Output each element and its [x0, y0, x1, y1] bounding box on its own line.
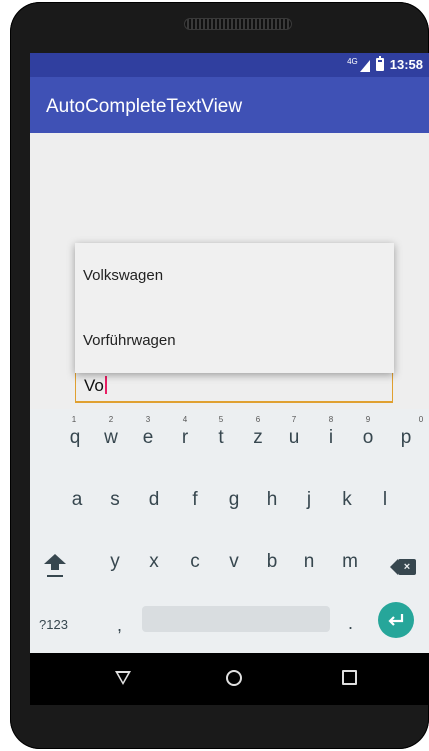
nav-home-icon[interactable]: [226, 670, 242, 686]
suggestion-item-volkswagen[interactable]: Volkswagen: [83, 267, 163, 284]
phone-frame: 4G 13:58 AutoCompleteTextView Vo Volkswa…: [10, 2, 429, 749]
status-time: 13:58: [389, 57, 423, 72]
key-y[interactable]: y: [100, 551, 130, 573]
nav-back-icon[interactable]: [115, 671, 131, 685]
hint-6: 6: [255, 415, 261, 424]
signal-icon: 4G: [347, 56, 370, 72]
key-r[interactable]: r: [170, 427, 200, 449]
key-c[interactable]: c: [180, 551, 210, 573]
key-u[interactable]: u: [279, 427, 309, 449]
status-bar: 4G 13:58: [30, 53, 429, 77]
key-t[interactable]: t: [206, 427, 236, 449]
hint-4: 4: [182, 415, 188, 424]
status-icons: 4G 13:58: [347, 56, 423, 72]
key-h[interactable]: h: [257, 489, 287, 511]
key-b[interactable]: b: [257, 551, 287, 573]
input-value-wrap: Vo: [84, 376, 107, 396]
hint-7: 7: [291, 415, 297, 424]
key-d[interactable]: d: [139, 489, 169, 511]
suggestion-dropdown: Volkswagen Vorführwagen: [75, 243, 394, 373]
enter-icon[interactable]: [378, 602, 414, 638]
app-title: AutoCompleteTextView: [46, 96, 243, 117]
hint-2: 2: [108, 415, 114, 424]
key-o[interactable]: o: [353, 427, 383, 449]
key-g[interactable]: g: [219, 489, 249, 511]
hint-3: 3: [145, 415, 151, 424]
suggestion-item-vorfuehrwagen[interactable]: Vorführwagen: [83, 332, 176, 349]
hint-8: 8: [328, 415, 334, 424]
key-p[interactable]: p: [391, 427, 421, 449]
hint-1: 1: [71, 415, 77, 424]
space-bar[interactable]: [142, 606, 330, 632]
text-cursor: [104, 376, 107, 394]
key-j[interactable]: j: [294, 489, 324, 511]
key-v[interactable]: v: [219, 551, 249, 573]
key-n[interactable]: n: [294, 551, 324, 573]
shift-icon[interactable]: [44, 554, 66, 582]
screen: 4G 13:58 AutoCompleteTextView Vo Volkswa…: [30, 53, 429, 705]
hint-5: 5: [218, 415, 224, 424]
battery-icon: [375, 56, 384, 71]
input-value: Vo: [84, 376, 104, 395]
key-m[interactable]: m: [335, 551, 365, 573]
key-x[interactable]: x: [139, 551, 169, 573]
key-a[interactable]: a: [62, 489, 92, 511]
nav-recents-icon[interactable]: [342, 670, 357, 685]
period-key[interactable]: .: [348, 613, 353, 634]
speaker-grille: [184, 18, 292, 30]
key-s[interactable]: s: [100, 489, 130, 511]
comma-key[interactable]: ,: [117, 615, 122, 636]
autocomplete-input[interactable]: Vo: [75, 371, 393, 403]
navigation-bar: [30, 653, 429, 705]
key-f[interactable]: f: [180, 489, 210, 511]
hint-9: 9: [365, 415, 371, 424]
network-type: 4G: [347, 56, 358, 66]
key-z[interactable]: z: [243, 427, 273, 449]
soft-keyboard: q w e r t z u i o p 1 2 3 4 5 6 7 8 9 0 …: [30, 409, 429, 653]
backspace-icon[interactable]: ×: [390, 559, 416, 575]
key-w[interactable]: w: [96, 427, 126, 449]
key-e[interactable]: e: [133, 427, 163, 449]
key-k[interactable]: k: [332, 489, 362, 511]
key-i[interactable]: i: [316, 427, 346, 449]
hint-0: 0: [418, 415, 424, 424]
symbols-key[interactable]: ?123: [39, 617, 68, 632]
key-l[interactable]: l: [370, 489, 400, 511]
key-q[interactable]: q: [60, 427, 90, 449]
app-bar: AutoCompleteTextView: [30, 77, 429, 133]
